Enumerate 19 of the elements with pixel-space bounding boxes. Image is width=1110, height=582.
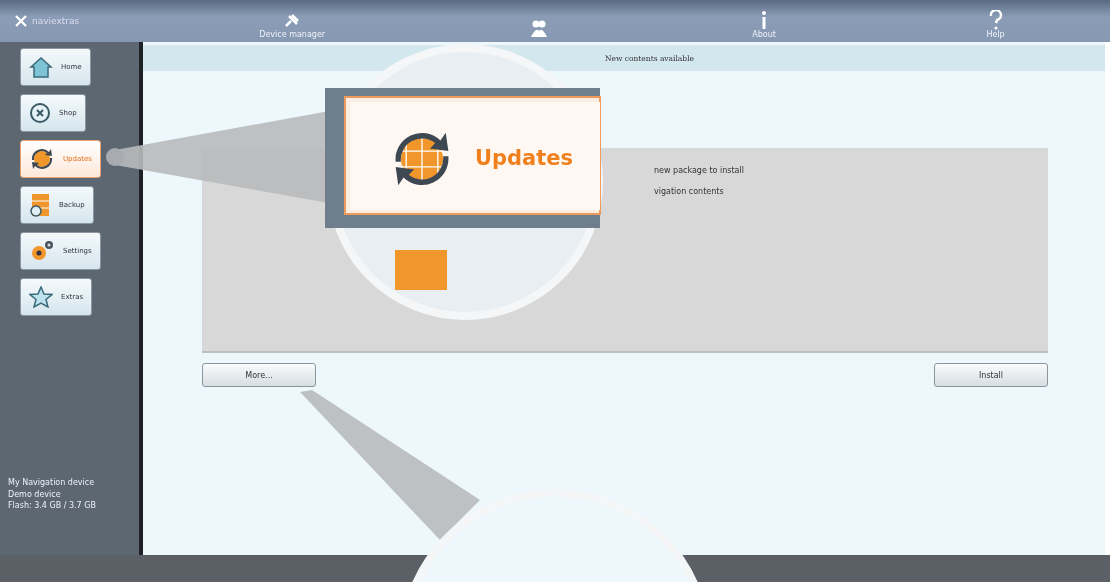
circle-x-icon (29, 102, 51, 124)
info-icon (760, 10, 769, 30)
help-icon (988, 10, 1003, 30)
logo-text: naviextras (32, 16, 80, 26)
logo-icon (14, 14, 28, 28)
package-text: vigation contents (654, 187, 725, 196)
package-text: new package to install (654, 166, 745, 175)
star-icon (29, 286, 53, 308)
people-icon[interactable] (529, 19, 548, 39)
globe-arrows-icon (29, 148, 55, 170)
device-info-text: Flash: 3.4 GB / 3.7 GB (8, 499, 97, 511)
action-button[interactable]: More... (202, 363, 316, 387)
magnified-label: Updates (475, 146, 574, 170)
device-info-text: Demo device (8, 488, 62, 500)
house-icon (29, 56, 53, 78)
gears-icon (29, 240, 55, 262)
database-icon (29, 193, 51, 217)
action-button[interactable]: Install (934, 363, 1048, 387)
device-info-text: My Navigation device (8, 477, 96, 489)
